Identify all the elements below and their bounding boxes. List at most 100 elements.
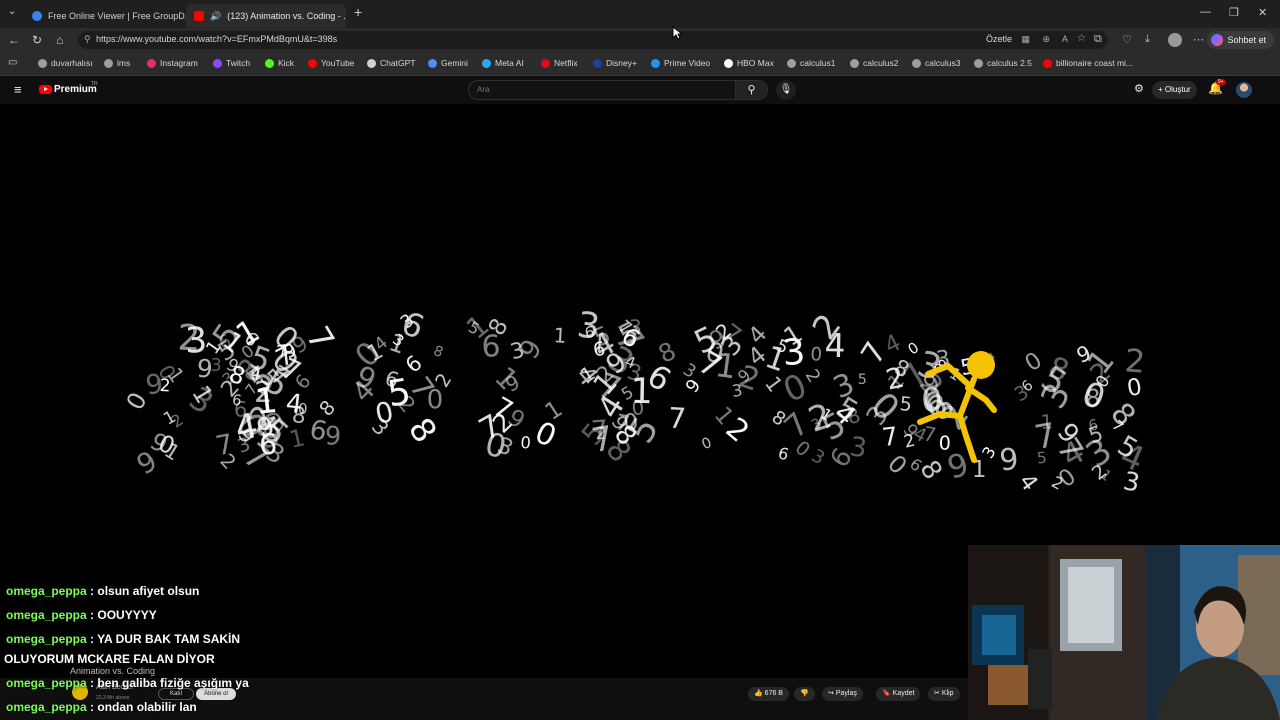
falling-digit: 5 xyxy=(1036,449,1047,468)
meta-ai-icon xyxy=(482,58,491,68)
falling-digit: 0 xyxy=(520,433,532,453)
bookmark-instagram[interactable]: Instagram xyxy=(147,58,198,68)
chat-message: omega_peppa : YA DUR BAK TAM SAKİN xyxy=(6,632,241,646)
bookmark-meta-ai[interactable]: Meta AI xyxy=(482,58,524,68)
eye-icon xyxy=(32,11,42,21)
bookmark-twitch[interactable]: Twitch xyxy=(213,58,250,68)
clip-label: Klip xyxy=(941,690,954,697)
bookmark-calculus1[interactable]: calculus1 xyxy=(787,58,835,68)
zoom-icon[interactable]: ⊕ xyxy=(1042,34,1050,45)
browser-tab-strip: ⌄ Free Online Viewer | Free GroupD... ✕ … xyxy=(0,0,1280,28)
globe-icon xyxy=(850,58,859,68)
webcam-overlay xyxy=(968,545,1280,720)
new-tab-icon[interactable]: + xyxy=(354,4,362,20)
bookmark-duvarhal-s[interactable]: duvarhalısı xyxy=(38,58,93,68)
bookmark-calculus3[interactable]: calculus3 xyxy=(912,58,960,68)
create-button[interactable]: + Oluştur xyxy=(1152,81,1197,99)
chat-username: omega_peppa xyxy=(6,584,87,598)
like-button[interactable]: 👍 676 B xyxy=(748,687,789,701)
youtube-icon xyxy=(1043,58,1052,68)
chat-button-label: Sohbet et xyxy=(1227,35,1266,45)
bookmark-label: billionaire coast mi... xyxy=(1056,58,1134,68)
microphone-icon: 🎙 xyxy=(779,84,793,95)
falling-digit: 0 xyxy=(631,396,645,420)
bookmark-label: calculus1 xyxy=(800,58,836,68)
tab-free-online-viewer[interactable]: Free Online Viewer | Free GroupD... ✕ xyxy=(24,4,186,28)
more-menu-icon[interactable]: ⋯ xyxy=(1193,33,1204,46)
bookmark-label: duvarhalısı xyxy=(51,58,93,68)
dislike-button[interactable]: 👎 xyxy=(794,687,815,701)
downloads-icon[interactable]: ⤓ xyxy=(1145,33,1150,46)
falling-digit: 2 xyxy=(159,376,171,397)
falling-digit: 0 xyxy=(297,401,308,419)
prime-video-icon xyxy=(651,58,660,68)
address-bar[interactable]: ⚲ https://www.youtube.com/watch?v=EFmxPM… xyxy=(78,31,1108,49)
bookmark-chatgpt[interactable]: ChatGPT xyxy=(367,58,415,68)
bookmark-lms[interactable]: lms xyxy=(104,58,130,68)
bookmark-prime-video[interactable]: Prime Video xyxy=(651,58,710,68)
chat-button[interactable]: Sohbet et xyxy=(1207,31,1274,49)
bookmark-kick[interactable]: Kick xyxy=(265,58,294,68)
bookmark-disney[interactable]: Disney+ xyxy=(593,58,637,68)
thumbs-up-icon: 👍 xyxy=(754,690,763,697)
scissors-icon: ✂ xyxy=(934,690,940,697)
account-avatar[interactable] xyxy=(1236,82,1252,98)
chat-username: omega_peppa xyxy=(6,608,87,622)
bookmark-youtube[interactable]: YouTube xyxy=(308,58,354,68)
chat-message: omega_peppa : OOUYYYY xyxy=(6,608,157,622)
chat-text: olsun afiyet olsun xyxy=(97,584,200,598)
tab-title: (123) Animation vs. Coding - ... xyxy=(227,11,346,21)
bookmark-hbo-max[interactable]: HBO Max xyxy=(724,58,774,68)
studio-icon[interactable]: ⚙ xyxy=(1134,82,1144,95)
bookmark-label: Netflix xyxy=(554,58,578,68)
bookmark-billionaire-coast-mi[interactable]: billionaire coast mi... xyxy=(1043,58,1133,68)
netflix-icon xyxy=(541,58,550,68)
search-input[interactable]: Ara xyxy=(468,80,736,100)
home-icon[interactable]: ⌂ xyxy=(56,33,63,47)
bookmark-calculus2[interactable]: calculus2 xyxy=(850,58,898,68)
bookmark-netflix[interactable]: Netflix xyxy=(541,58,578,68)
extension-icon[interactable]: ▦ xyxy=(1021,34,1030,45)
browser-essentials-icon[interactable]: ♡ xyxy=(1122,33,1132,46)
site-info-icon[interactable]: ⚲ xyxy=(84,34,91,45)
youtube-logo-icon[interactable] xyxy=(39,85,52,94)
search-button[interactable]: ⚲ xyxy=(736,80,768,100)
minimize-icon[interactable]: — xyxy=(1200,6,1211,18)
create-label: Oluştur xyxy=(1164,85,1191,94)
speaker-icon[interactable]: 🔊 xyxy=(210,11,221,22)
chat-message: omega_peppa : ben galiba fiziğe aşığım y… xyxy=(6,676,249,690)
youtube-icon xyxy=(194,11,204,21)
globe-icon xyxy=(912,58,921,68)
instagram-icon xyxy=(147,58,156,68)
menu-icon[interactable]: ≡ xyxy=(14,82,22,97)
back-icon[interactable]: ← xyxy=(8,33,20,47)
profile-avatar[interactable] xyxy=(1168,33,1182,47)
bookmark-label: HBO Max xyxy=(737,58,774,68)
extensions-puzzle-icon[interactable]: ⧉ xyxy=(1094,33,1102,46)
bookmark-gemini[interactable]: Gemini xyxy=(428,58,468,68)
restore-icon[interactable]: ❐ xyxy=(1229,6,1239,19)
bookmark-label: YouTube xyxy=(321,58,355,68)
sidebar-toggle-icon[interactable]: ▭ xyxy=(8,57,17,68)
bookmark-calculus-2-5[interactable]: calculus 2.5 xyxy=(974,58,1032,68)
falling-digit: 1 xyxy=(1040,410,1053,433)
save-button[interactable]: 🔖 Kaydet xyxy=(876,687,921,701)
favorite-star-icon[interactable]: ☆ xyxy=(1077,33,1086,44)
voice-search-button[interactable]: 🎙 xyxy=(776,80,796,100)
refresh-icon[interactable]: ↻ xyxy=(32,33,42,47)
bookmark-label: calculus 2.5 xyxy=(987,58,1032,68)
notification-badge: 9+ xyxy=(1216,79,1226,85)
hbo-max-icon xyxy=(724,58,733,68)
chat-message: omega_peppa : olsun afiyet olsun xyxy=(6,584,200,598)
chat-text: OLUYORUM MCKARE FALAN DİYOR xyxy=(4,652,215,666)
tab-animation-vs-coding[interactable]: 🔊 (123) Animation vs. Coding - ... ✕ xyxy=(186,4,346,28)
bookmark-label: Prime Video xyxy=(664,58,711,68)
share-button[interactable]: ↪ Paylaş xyxy=(822,687,863,701)
summarize-button[interactable]: Özetle xyxy=(986,34,1012,44)
url-text[interactable]: https://www.youtube.com/watch?v=EFmxPMdB… xyxy=(96,34,337,44)
clip-button[interactable]: ✂ Klip xyxy=(928,687,960,701)
window-close-icon[interactable]: ✕ xyxy=(1258,6,1267,19)
video-title: Animation vs. Coding xyxy=(70,666,156,676)
read-aloud-icon[interactable]: A xyxy=(1062,34,1068,44)
tab-list-chevron-icon[interactable]: ⌄ xyxy=(8,6,16,17)
